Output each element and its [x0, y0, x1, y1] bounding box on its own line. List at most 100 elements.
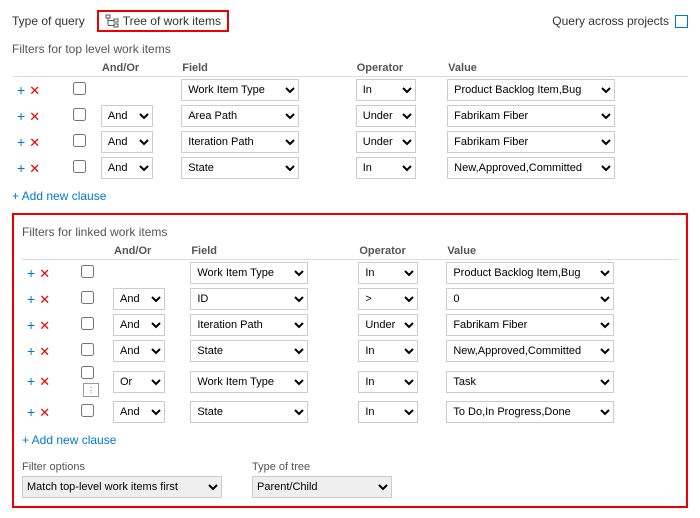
field-select[interactable]: Iteration Path	[190, 314, 308, 336]
operator-select[interactable]: In	[356, 157, 416, 179]
add-row-button[interactable]: +	[25, 405, 37, 419]
value-select[interactable]: To Do,In Progress,Done	[446, 401, 614, 423]
filter-options-select[interactable]: Match top-level work items first	[22, 476, 222, 498]
operator-select[interactable]: Under	[356, 131, 416, 153]
add-row-button[interactable]: +	[25, 344, 37, 358]
andor-select[interactable]: AndOr	[113, 314, 165, 336]
remove-row-button[interactable]: ✕	[37, 293, 52, 306]
filter-options-label: Filter options	[22, 461, 222, 473]
table-row: +✕ AndOr State In New,Approved,Committed	[12, 155, 688, 181]
remove-row-button[interactable]: ✕	[37, 319, 52, 332]
row-checkbox[interactable]	[81, 404, 94, 417]
filter-options-row: Filter options Match top-level work item…	[22, 461, 678, 498]
operator-select[interactable]: >	[358, 288, 418, 310]
add-row-button[interactable]: +	[25, 292, 37, 306]
table-row: +✕ AndOr ID >0	[22, 286, 678, 312]
remove-row-button[interactable]: ✕	[27, 110, 42, 123]
remove-row-button[interactable]: ✕	[27, 136, 42, 149]
top-add-clause-button[interactable]: + Add new clause	[12, 187, 106, 205]
row-checkbox[interactable]	[81, 317, 94, 330]
remove-row-button[interactable]: ✕	[37, 406, 52, 419]
row-checkbox[interactable]	[81, 291, 94, 304]
andor-select[interactable]: AndOr	[101, 157, 153, 179]
query-type-label: Type of query	[12, 14, 85, 28]
col-header-cb	[70, 60, 98, 77]
linked-add-clause-button[interactable]: + Add new clause	[22, 431, 116, 449]
row-checkbox[interactable]	[73, 82, 86, 95]
field-select[interactable]: State	[190, 401, 308, 423]
field-select[interactable]: Work Item Type	[190, 371, 308, 393]
field-select[interactable]: Iteration Path	[181, 131, 299, 153]
col-header-value: Value	[444, 60, 688, 77]
table-row: +✕ Work Item Type In Product Backlog Item,B…	[22, 260, 678, 287]
tree-type-select[interactable]: Parent/Child	[252, 476, 392, 498]
table-row: +✕ AndOr State In New,Approved,Committed	[22, 338, 678, 364]
tree-type-label: Type of tree	[252, 461, 392, 473]
row-checkbox[interactable]	[81, 366, 94, 379]
table-row: +✕ AndOr State In To Do,In Progress,Done	[22, 399, 678, 425]
remove-row-button[interactable]: ✕	[37, 345, 52, 358]
linked-col-header-operator: Operator	[355, 243, 443, 260]
linked-filters-section: Filters for linked work items And/Or Fie…	[12, 213, 688, 508]
add-row-button[interactable]: +	[25, 266, 37, 280]
tree-type-group: Type of tree Parent/Child	[252, 461, 392, 498]
table-row: +✕ Work Item Type In Product Backlog Item,B…	[12, 77, 688, 104]
andor-select[interactable]: AndOr	[113, 340, 165, 362]
linked-icon: ⋮	[83, 383, 99, 397]
value-select[interactable]: Fabrikam Fiber	[446, 314, 614, 336]
field-select[interactable]: Area Path	[181, 105, 299, 127]
row-checkbox[interactable]	[73, 108, 86, 121]
query-across-checkbox[interactable]	[675, 15, 688, 28]
value-select[interactable]: Fabrikam Fiber	[447, 105, 615, 127]
row-checkbox[interactable]	[73, 160, 86, 173]
row-checkbox[interactable]	[81, 343, 94, 356]
andor-select[interactable]: AndOr	[101, 105, 153, 127]
linked-section-label: Filters for linked work items	[22, 225, 678, 239]
operator-select[interactable]: In	[358, 262, 418, 284]
add-row-button[interactable]: +	[25, 374, 37, 388]
value-select[interactable]: Product Backlog Item,Bug	[447, 79, 615, 101]
field-select[interactable]: Work Item Type	[181, 79, 299, 101]
remove-row-button[interactable]: ✕	[27, 84, 42, 97]
add-row-button[interactable]: +	[15, 83, 27, 97]
row-checkbox[interactable]	[81, 265, 94, 278]
add-row-button[interactable]: +	[15, 135, 27, 149]
value-select[interactable]: Product Backlog Item,Bug	[446, 262, 614, 284]
andor-select[interactable]: AndOr	[113, 288, 165, 310]
add-row-button[interactable]: +	[25, 318, 37, 332]
query-type-value[interactable]: Tree of work items	[97, 10, 229, 32]
value-select[interactable]: Fabrikam Fiber	[447, 131, 615, 153]
add-row-button[interactable]: +	[15, 109, 27, 123]
operator-select[interactable]: In	[358, 340, 418, 362]
row-checkbox[interactable]	[73, 134, 86, 147]
linked-col-header-andor: And/Or	[110, 243, 187, 260]
field-select[interactable]: ID	[190, 288, 308, 310]
tree-icon	[105, 14, 119, 28]
andor-select[interactable]: AndOr	[101, 131, 153, 153]
value-select[interactable]: New,Approved,Committed	[446, 340, 614, 362]
linked-col-header-actions	[22, 243, 78, 260]
operator-select[interactable]: In	[356, 79, 416, 101]
value-select[interactable]: 0	[446, 288, 614, 310]
table-row: +✕ AndOr Area Path Under Fabrikam Fiber	[12, 103, 688, 129]
field-select[interactable]: State	[190, 340, 308, 362]
andor-select[interactable]: AndOr	[113, 371, 165, 393]
remove-row-button[interactable]: ✕	[37, 375, 52, 388]
operator-select[interactable]: Under	[356, 105, 416, 127]
field-select[interactable]: Work Item Type	[190, 262, 308, 284]
add-row-button[interactable]: +	[15, 161, 27, 175]
table-row: +✕ AndOr Iteration Path Under Fabrikam Fiber	[22, 312, 678, 338]
remove-row-button[interactable]: ✕	[37, 267, 52, 280]
filter-options-group: Filter options Match top-level work item…	[22, 461, 222, 498]
linked-col-header-field: Field	[187, 243, 355, 260]
top-filters-table: And/Or Field Operator Value +✕Work Item …	[12, 60, 688, 181]
value-select[interactable]: New,Approved,Committed	[447, 157, 615, 179]
operator-select[interactable]: Under	[358, 314, 418, 336]
top-section-label: Filters for top level work items	[12, 42, 688, 56]
value-select[interactable]: Task	[446, 371, 614, 393]
field-select[interactable]: State	[181, 157, 299, 179]
operator-select[interactable]: In	[358, 401, 418, 423]
operator-select[interactable]: In	[358, 371, 418, 393]
andor-select[interactable]: AndOr	[113, 401, 165, 423]
remove-row-button[interactable]: ✕	[27, 162, 42, 175]
